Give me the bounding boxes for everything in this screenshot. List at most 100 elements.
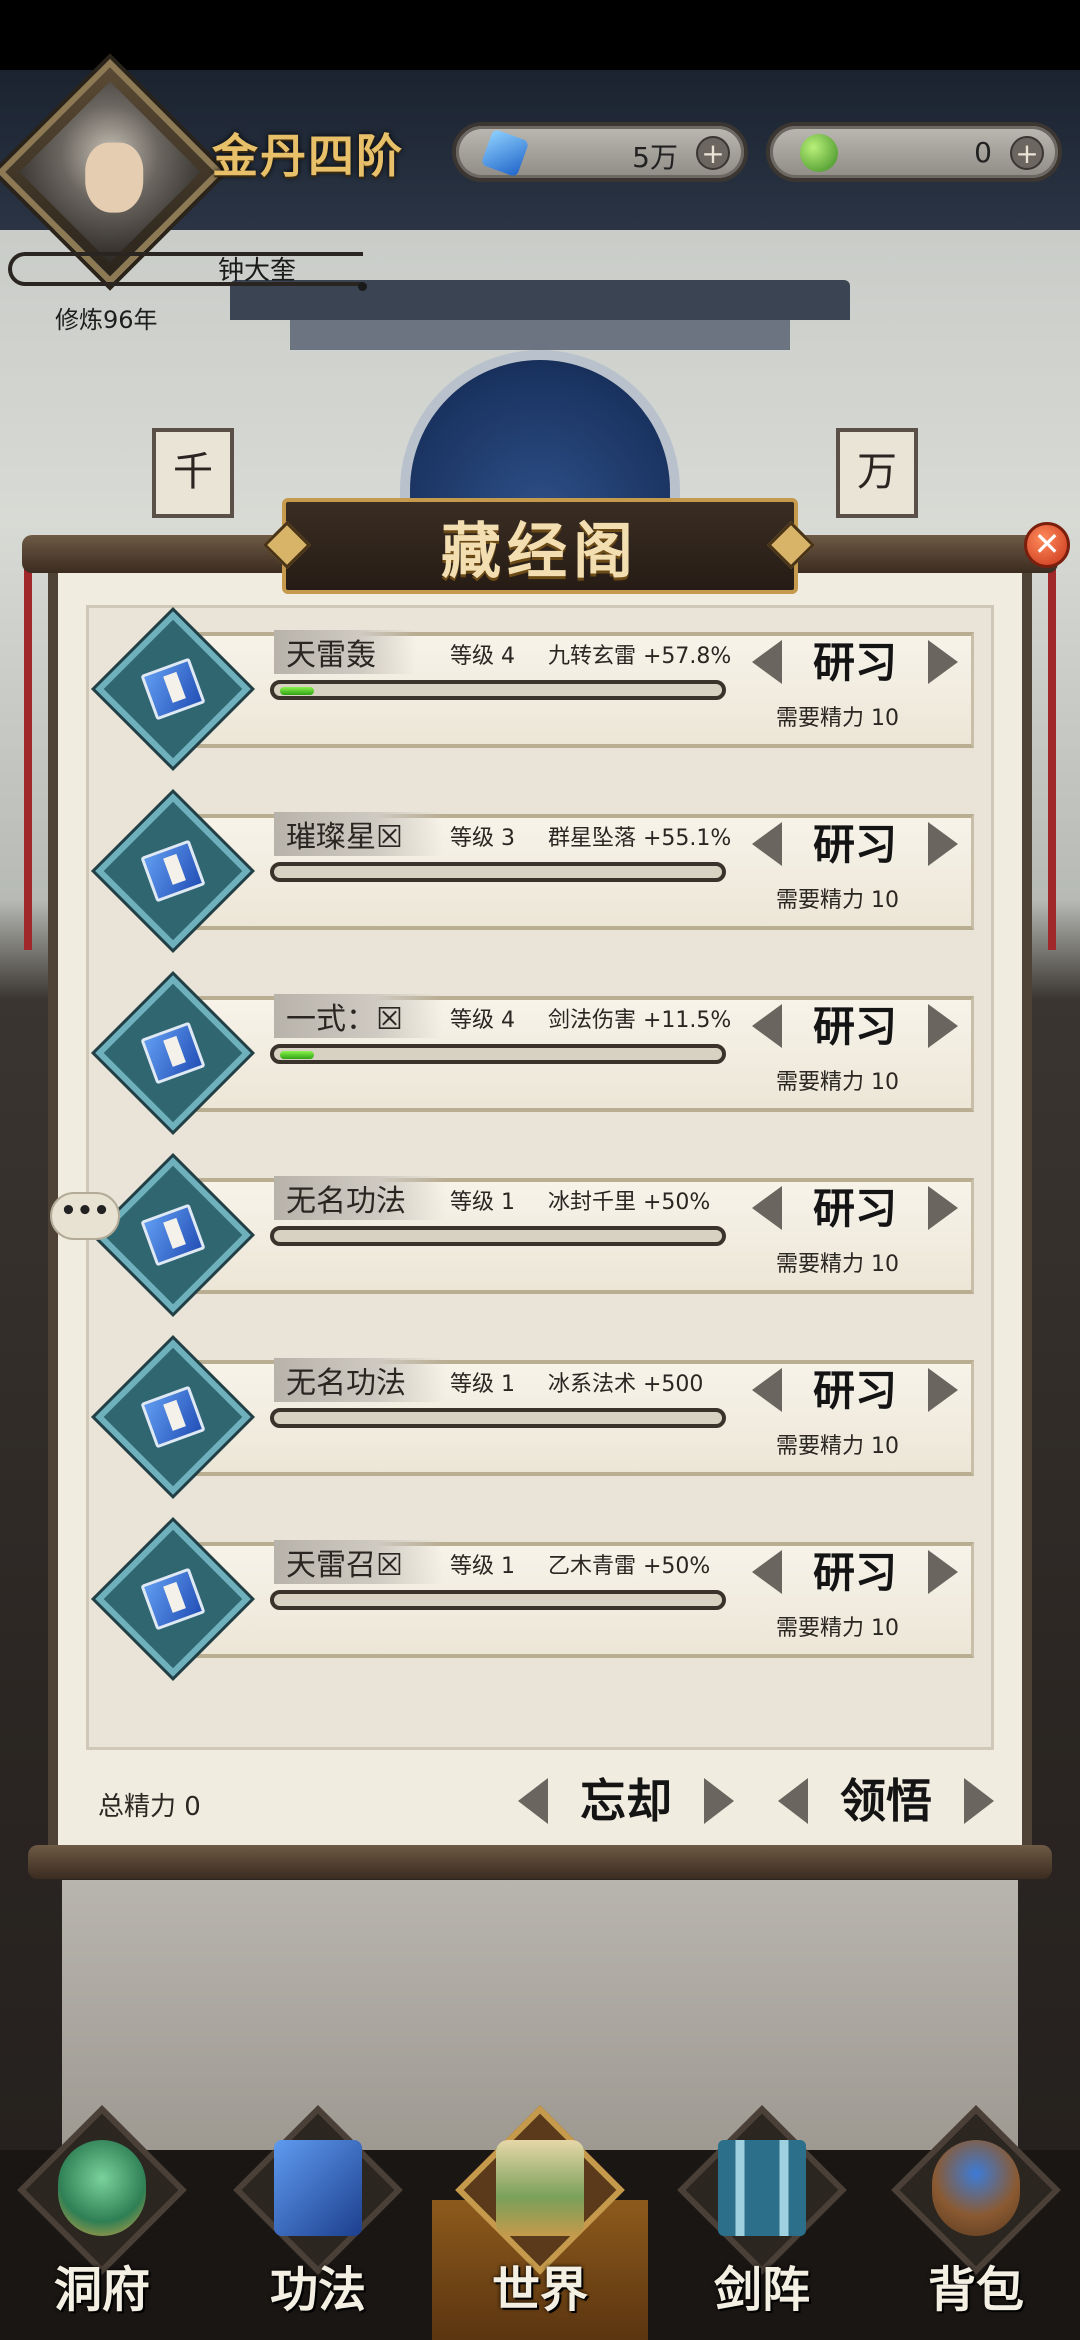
- skill-effect: 群星坠落 +55.1%: [548, 826, 732, 851]
- energy-cost: 需要精力 10: [776, 888, 899, 913]
- study-button[interactable]: 研习: [752, 1362, 958, 1420]
- skill-progress-bar: [270, 1226, 726, 1246]
- chevron-left-icon: [752, 822, 782, 866]
- close-button[interactable]: ✕: [1024, 522, 1070, 568]
- chevron-right-icon: [928, 1004, 958, 1048]
- study-button-label: 研习: [812, 1366, 897, 1415]
- skill-level: 等级 3: [450, 826, 515, 851]
- chevron-left-icon: [752, 640, 782, 684]
- chevron-right-icon: [928, 822, 958, 866]
- skill-row: 天雷召☒ 等级 1 乙木青雷 +50% 研习 需要精力 10: [95, 1521, 974, 1677]
- chevron-right-icon: [704, 1778, 734, 1824]
- couplet-right: 万: [836, 428, 918, 518]
- panel-title: 藏经阁: [441, 517, 639, 587]
- study-button-label: 研习: [812, 820, 897, 869]
- study-button-label: 研习: [812, 1002, 897, 1051]
- nav-item-world[interactable]: 世界: [440, 2100, 640, 2320]
- chevron-right-icon: [928, 640, 958, 684]
- hall-beam: [290, 320, 790, 350]
- skill-effect: 剑法伤害 +11.5%: [548, 1008, 732, 1033]
- chevron-right-icon: [928, 1368, 958, 1412]
- study-button-label: 研习: [812, 1548, 897, 1597]
- energy-cost: 需要精力 10: [776, 706, 899, 731]
- comprehend-button[interactable]: 领悟: [778, 1770, 994, 1832]
- skill-progress-fill: [280, 687, 314, 695]
- skill-level: 等级 1: [450, 1190, 515, 1215]
- skill-progress-fill: [280, 1051, 314, 1059]
- chevron-left-icon: [752, 1550, 782, 1594]
- chevron-right-icon: [964, 1778, 994, 1824]
- name-bar-dot: [358, 282, 367, 291]
- skill-row: 天雷轰 等级 4 九转玄雷 +57.8% 研习 需要精力 10: [95, 611, 974, 767]
- avatar-face: [85, 142, 144, 213]
- skill-name: 一式：☒: [274, 994, 443, 1038]
- study-button-label: 研习: [812, 1184, 897, 1233]
- skill-row: 无名功法 等级 1 冰系法术 +500 研习 需要精力 10: [95, 1339, 974, 1495]
- backpack-icon: [932, 2140, 1020, 2236]
- forget-button-label: 忘却: [580, 1774, 672, 1828]
- technique-book-icon: [274, 2140, 362, 2236]
- energy-cost: 需要精力 10: [776, 1434, 899, 1459]
- energy-cost: 需要精力 10: [776, 1252, 899, 1277]
- skill-name: 无名功法: [274, 1176, 446, 1220]
- skill-row: 无名功法 等级 1 冰封千里 +50% 研习 需要精力 10: [95, 1157, 974, 1313]
- skill-level: 等级 4: [450, 644, 515, 669]
- chevron-left-icon: [518, 1778, 548, 1824]
- nav-label: 背包: [927, 2262, 1024, 2318]
- scroll-rod-bottom: [28, 1845, 1052, 1879]
- skill-progress-bar: [270, 1408, 726, 1428]
- green-jade-icon: [800, 134, 838, 172]
- add-jade-button[interactable]: +: [1010, 136, 1044, 170]
- skill-effect: 九转玄雷 +57.8%: [548, 644, 732, 669]
- add-crystal-button[interactable]: +: [696, 136, 730, 170]
- skill-row: 璀璨星☒ 等级 3 群星坠落 +55.1% 研习 需要精力 10: [95, 793, 974, 949]
- realm-title: 金丹四阶: [212, 129, 404, 183]
- currency-jade: 0 +: [766, 122, 1062, 182]
- skill-effect: 乙木青雷 +50%: [548, 1554, 711, 1579]
- skill-effect: 冰封千里 +50%: [548, 1190, 711, 1215]
- chevron-left-icon: [778, 1778, 808, 1824]
- nav-label: 功法: [269, 2262, 366, 2318]
- name-bar: [8, 252, 363, 286]
- skill-progress-bar: [270, 1590, 726, 1610]
- blue-crystal-icon: [480, 128, 530, 178]
- nav-item-sword-array[interactable]: 剑阵: [662, 2100, 862, 2320]
- skill-name: 无名功法: [274, 1358, 446, 1402]
- study-button[interactable]: 研习: [752, 998, 958, 1056]
- world-scroll-icon: [496, 2140, 584, 2236]
- player-name: 钟大奎: [218, 256, 297, 286]
- skill-name: 天雷召☒: [274, 1540, 443, 1584]
- study-button[interactable]: 研习: [752, 816, 958, 874]
- study-button[interactable]: 研习: [752, 1544, 958, 1602]
- skill-progress-bar: [270, 862, 726, 882]
- chevron-left-icon: [752, 1186, 782, 1230]
- skill-effect: 冰系法术 +500: [548, 1372, 704, 1397]
- chevron-left-icon: [752, 1368, 782, 1412]
- nav-label: 剑阵: [713, 2262, 810, 2318]
- nav-item-gongfa[interactable]: 功法: [218, 2100, 418, 2320]
- energy-cost: 需要精力 10: [776, 1616, 899, 1641]
- nav-label: 世界: [491, 2262, 588, 2318]
- nav-item-dongfu[interactable]: 洞府: [2, 2100, 202, 2320]
- skill-progress-bar: [270, 680, 726, 700]
- chevron-left-icon: [752, 1004, 782, 1048]
- right-rope: [1048, 560, 1056, 950]
- skill-progress-bar: [270, 1044, 726, 1064]
- study-button[interactable]: 研习: [752, 1180, 958, 1238]
- chevron-right-icon: [928, 1186, 958, 1230]
- comprehend-button-label: 领悟: [840, 1774, 932, 1828]
- forget-button[interactable]: 忘却: [518, 1770, 734, 1832]
- skill-level: 等级 1: [450, 1372, 515, 1397]
- total-energy: 总精力 0: [98, 1792, 201, 1822]
- currency-jade-value: 0: [974, 136, 992, 169]
- study-button[interactable]: 研习: [752, 634, 958, 692]
- couplet-left: 千: [152, 428, 234, 518]
- sword-array-icon: [718, 2140, 806, 2236]
- chat-bubble-button[interactable]: •••: [50, 1192, 120, 1240]
- currency-crystal-value: 5万: [632, 141, 678, 174]
- chevron-right-icon: [928, 1550, 958, 1594]
- energy-cost: 需要精力 10: [776, 1070, 899, 1095]
- nav-item-backpack[interactable]: 背包: [876, 2100, 1076, 2320]
- cave-dwelling-icon: [58, 2140, 146, 2236]
- left-rope: [24, 560, 32, 950]
